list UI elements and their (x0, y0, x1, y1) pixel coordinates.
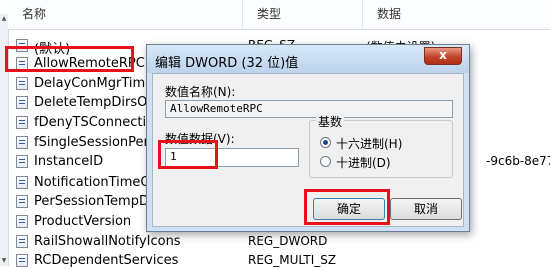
dword-value-icon (16, 136, 28, 149)
value-name-label: 数值名称(N): (165, 85, 236, 99)
highlight-allowremoterpc (5, 46, 134, 72)
hex-radio[interactable] (320, 137, 331, 148)
scroll-up-icon[interactable]: ▲ (0, 14, 8, 24)
value-name: NotificationTimeOut (34, 175, 164, 190)
dword-value-icon (16, 235, 28, 248)
edit-dword-dialog: 编辑 DWORD (32 位)值 x 数值名称(N): AllowRemoteR… (146, 44, 470, 232)
string-value-icon (16, 155, 28, 168)
dialog-title: 编辑 DWORD (32 位)值 (155, 56, 299, 71)
close-icon: x (439, 48, 447, 62)
highlight-value-data (158, 140, 218, 169)
value-name-field[interactable]: AllowRemoteRPC (165, 100, 453, 118)
dword-value-icon (16, 215, 28, 228)
dec-radio[interactable] (320, 156, 331, 167)
list-item[interactable]: RailShowallNotifyIcons REG_DWORD (8, 233, 550, 251)
dword-value-icon (16, 195, 28, 208)
column-header-type[interactable]: 类型 (243, 0, 363, 29)
value-type: REG_MULTI_SZ (248, 253, 337, 267)
column-header-data[interactable]: 数据 (363, 0, 550, 29)
list-item[interactable]: RCDependentServices REG_MULTI_SZ (8, 252, 550, 270)
list-header: 名称 类型 数据 (8, 0, 550, 30)
value-name: ProductVersion (34, 214, 132, 229)
value-type: REG_DWORD (248, 234, 328, 248)
dword-value-icon (16, 96, 28, 109)
value-name: DeleteTempDirsOnE (34, 95, 164, 110)
cancel-button[interactable]: 取消 (390, 198, 462, 220)
dword-value-icon (16, 77, 28, 90)
scroll-down-icon[interactable]: ▼ (0, 256, 8, 266)
value-name: RailShowallNotifyIcons (34, 234, 181, 249)
base-label: 基数 (316, 113, 345, 130)
dword-value-icon (16, 176, 28, 189)
dec-radio-label: 十进制(D) (336, 156, 391, 170)
hex-radio-label: 十六进制(H) (336, 137, 403, 151)
column-header-name[interactable]: 名称 (8, 0, 243, 29)
value-data: -9c6b-8e7752 (486, 154, 550, 168)
base-groupbox: 基数 十六进制(H) 十进制(D) (309, 113, 453, 178)
dword-value-icon (16, 116, 28, 129)
close-button[interactable]: x (424, 47, 462, 65)
value-name: InstanceID (34, 154, 104, 169)
highlight-ok-button (304, 189, 390, 225)
value-name: PerSessionTempDir (34, 194, 158, 209)
multi-string-value-icon (16, 254, 28, 267)
dialog-body: 数值名称(N): AllowRemoteRPC 数值数据(V): 1 基数 十六… (152, 73, 464, 227)
dialog-titlebar[interactable]: 编辑 DWORD (32 位)值 x (147, 45, 469, 73)
